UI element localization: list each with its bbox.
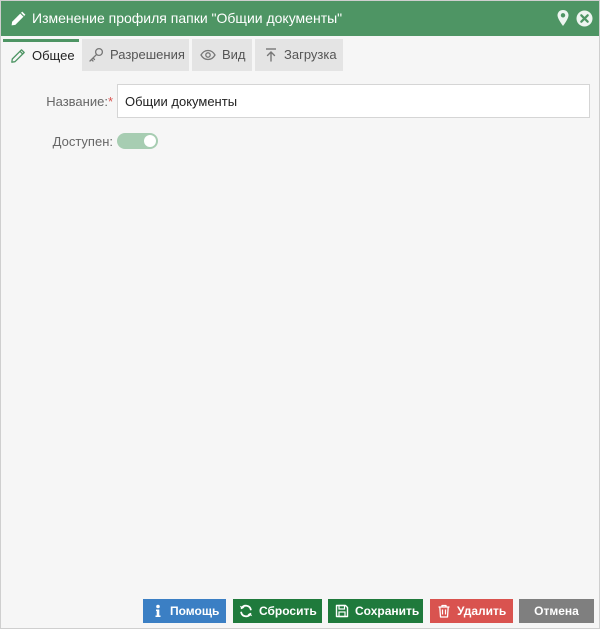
pencil-icon [11, 11, 26, 26]
map-pin-icon[interactable] [556, 9, 570, 27]
tab-view[interactable]: Вид [192, 39, 252, 71]
delete-button[interactable]: Удалить [430, 599, 513, 623]
save-button-label: Сохранить [355, 604, 420, 618]
tab-upload[interactable]: Загрузка [255, 39, 343, 71]
dialog-titlebar: Изменение профиля папки "Общии документы… [1, 1, 599, 36]
pencil-icon [11, 49, 25, 63]
key-icon [89, 47, 104, 62]
help-button[interactable]: Помощь [143, 599, 226, 623]
tab-view-label: Вид [222, 47, 246, 62]
info-icon [155, 604, 161, 617]
eye-icon [200, 49, 216, 61]
refresh-icon [239, 604, 253, 618]
name-label-text: Название: [46, 94, 108, 109]
reset-button-label: Сбросить [259, 604, 317, 618]
cancel-button[interactable]: Отмена [519, 599, 594, 623]
edit-folder-profile-dialog: Изменение профиля папки "Общии документы… [0, 0, 600, 629]
available-toggle[interactable] [117, 133, 158, 149]
tab-general[interactable]: Общее [3, 39, 79, 71]
tab-upload-label: Загрузка [284, 47, 337, 62]
dialog-title: Изменение профиля папки "Общии документы… [32, 10, 343, 26]
cancel-button-label: Отмена [534, 604, 579, 618]
upload-icon [266, 48, 276, 62]
reset-button[interactable]: Сбросить [233, 599, 322, 623]
delete-button-label: Удалить [457, 604, 507, 618]
save-button[interactable]: Сохранить [328, 599, 423, 623]
tab-permissions[interactable]: Разрешения [82, 39, 189, 71]
tab-general-label: Общее [32, 48, 75, 63]
name-input[interactable] [117, 84, 590, 118]
required-mark: * [107, 94, 113, 109]
close-circle-icon[interactable] [576, 10, 593, 27]
name-label: Название:* [21, 94, 113, 109]
floppy-icon [335, 604, 349, 618]
help-button-label: Помощь [170, 604, 220, 618]
toggle-knob [144, 135, 156, 147]
trash-icon [438, 604, 450, 618]
tab-permissions-label: Разрешения [110, 47, 185, 62]
available-label: Доступен: [52, 134, 113, 149]
